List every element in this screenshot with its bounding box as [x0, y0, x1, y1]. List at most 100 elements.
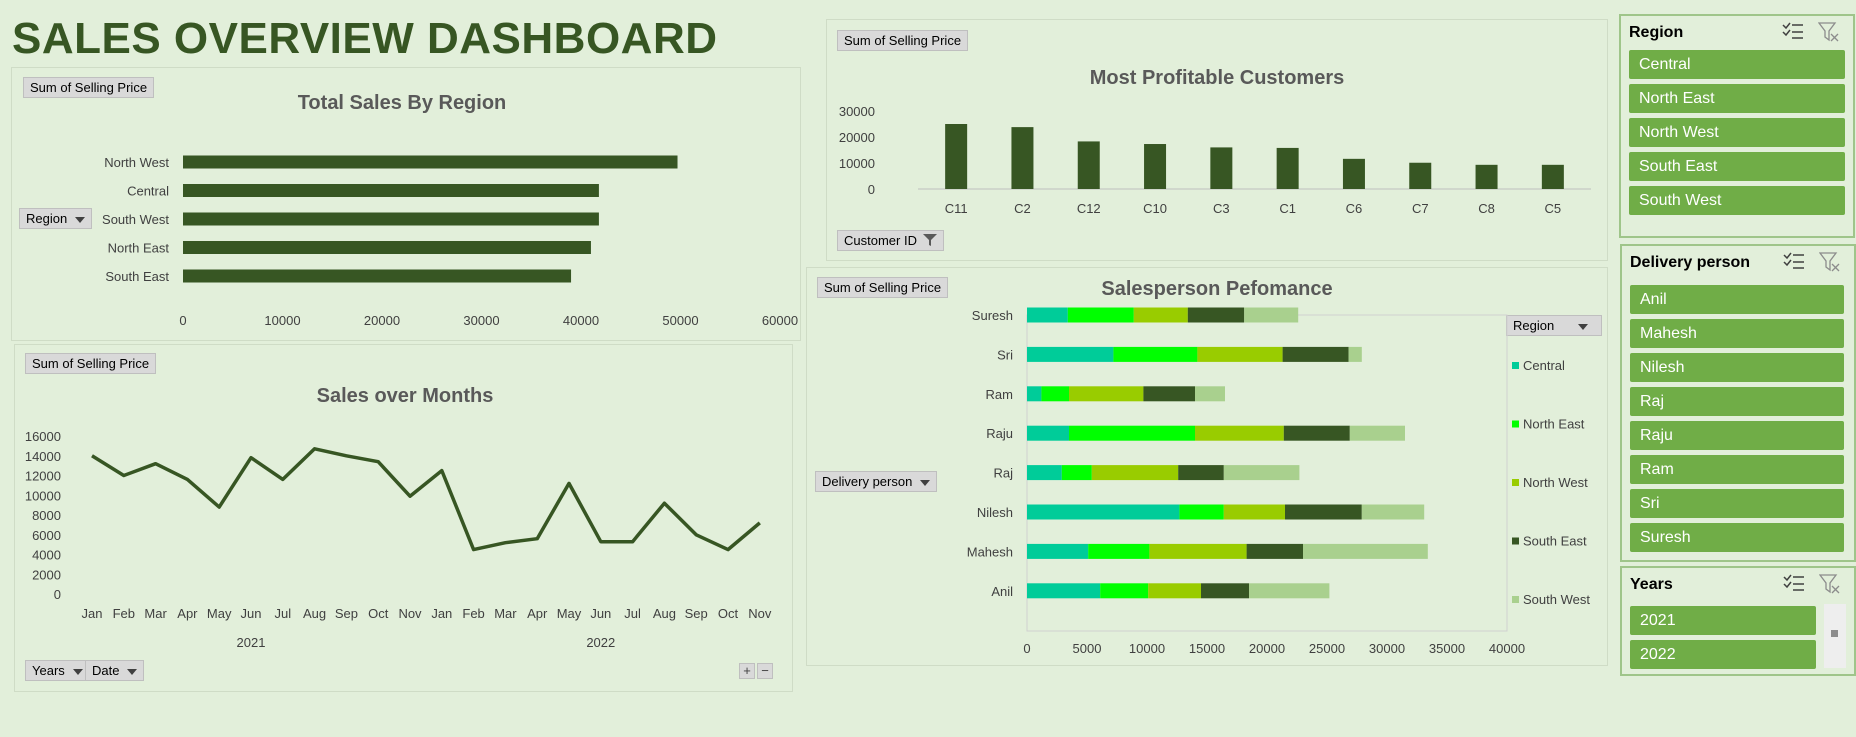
- region-slicer: Region Central North East North West South …: [1619, 14, 1855, 238]
- region-x-tick: 30000: [463, 313, 499, 328]
- salesperson-bar-segment: [1223, 504, 1285, 520]
- slicer-item-delivery-mahesh[interactable]: Mahesh: [1630, 319, 1844, 348]
- salesperson-bar-segment: [1041, 386, 1069, 402]
- multi-select-icon[interactable]: [1782, 22, 1804, 45]
- slicer-item-delivery-raj[interactable]: Raj: [1630, 387, 1844, 416]
- salesperson-bar-segment: [1282, 346, 1349, 362]
- region-bar: [183, 184, 599, 197]
- salesperson-bar-segment: [1187, 307, 1245, 323]
- salesperson-bar-segment: [1149, 543, 1247, 559]
- region-bar: [183, 155, 678, 169]
- customer-bar: [1541, 164, 1564, 189]
- region-category-label: North West: [104, 155, 169, 170]
- salesperson-category-label: Raju: [986, 426, 1013, 441]
- months-y-tick: 12000: [25, 469, 61, 484]
- slicer-item-delivery-nilesh[interactable]: Nilesh: [1630, 353, 1844, 382]
- customer-x-tick: C3: [1213, 201, 1230, 216]
- salesperson-bar-segment: [1100, 583, 1149, 599]
- months-x-tick: Oct: [368, 606, 389, 621]
- legend-label: South West: [1523, 592, 1590, 607]
- region-chart-panel: Sum of Selling Price Total Sales By Regi…: [11, 67, 801, 341]
- slicer-item-delivery-anil[interactable]: Anil: [1630, 285, 1844, 314]
- legend-label: South East: [1523, 534, 1587, 549]
- months-x-tick: Feb: [462, 606, 484, 621]
- slicer-item-region-north-west[interactable]: North West: [1629, 118, 1845, 147]
- clear-filter-icon[interactable]: [1818, 574, 1841, 599]
- months-x-tick: Aug: [653, 606, 676, 621]
- salesperson-bar-segment: [1027, 425, 1069, 441]
- salesperson-x-tick: 20000: [1249, 641, 1285, 656]
- slicer-item-delivery-raju[interactable]: Raju: [1630, 421, 1844, 450]
- region-x-tick: 10000: [264, 313, 300, 328]
- salesperson-bar-segment: [1088, 543, 1150, 559]
- multi-select-icon[interactable]: [1783, 574, 1805, 597]
- months-chart-panel: Sum of Selling Price Sales over Months Y…: [14, 344, 793, 692]
- salesperson-category-label: Suresh: [972, 308, 1013, 323]
- customers-bar-chart: 0 10000 20000 30000 C11 C2 C12 C10 C3 C1 C6 C7 C8 C5: [839, 104, 1591, 216]
- customers-y-tick: 0: [868, 182, 875, 197]
- clear-filter-icon[interactable]: [1818, 252, 1841, 277]
- customer-x-tick: C8: [1478, 201, 1495, 216]
- salesperson-bar-segment: [1195, 425, 1284, 441]
- months-x-tick: Mar: [144, 606, 167, 621]
- customer-x-tick: C10: [1143, 201, 1167, 216]
- salesperson-x-tick: 35000: [1429, 641, 1465, 656]
- salesperson-category-label: Sri: [997, 347, 1013, 362]
- clear-filter-icon[interactable]: [1817, 22, 1840, 47]
- slicer-item-delivery-ram[interactable]: Ram: [1630, 455, 1844, 484]
- customers-y-tick: 30000: [839, 104, 875, 119]
- salesperson-x-tick: 15000: [1189, 641, 1225, 656]
- years-slicer-title: Years: [1630, 576, 1673, 593]
- salesperson-x-tick: 30000: [1369, 641, 1405, 656]
- slicer-item-year-2021[interactable]: 2021: [1630, 606, 1816, 635]
- region-x-tick: 50000: [662, 313, 698, 328]
- customer-x-tick: C6: [1346, 201, 1363, 216]
- legend-label: North West: [1523, 475, 1588, 490]
- slicer-item-region-north-east[interactable]: North East: [1629, 84, 1845, 113]
- months-x-tick: Apr: [177, 606, 198, 621]
- salesperson-bar-segment: [1178, 465, 1224, 481]
- multi-select-icon[interactable]: [1783, 252, 1805, 275]
- customer-x-tick: C12: [1077, 201, 1101, 216]
- months-y-tick: 2000: [32, 567, 61, 582]
- region-category-label: North East: [108, 241, 170, 256]
- legend-swatch: [1512, 420, 1519, 428]
- slicer-item-region-south-west[interactable]: South West: [1629, 186, 1845, 215]
- slicer-item-region-south-east[interactable]: South East: [1629, 152, 1845, 181]
- months-x-tick: May: [207, 606, 232, 621]
- salesperson-bar-segment: [1348, 346, 1362, 362]
- salesperson-bar-segment: [1244, 307, 1299, 323]
- dashboard-title: SALES OVERVIEW DASHBOARD: [12, 14, 718, 63]
- months-x-tick: Sep: [335, 606, 358, 621]
- region-category-label: South West: [102, 212, 169, 227]
- customer-bar: [1210, 147, 1233, 189]
- months-x-tick: Jul: [274, 606, 291, 621]
- region-slicer-title: Region: [1629, 24, 1684, 41]
- months-x-tick: Feb: [113, 606, 135, 621]
- salesperson-bar-segment: [1195, 386, 1225, 402]
- region-category-label: Central: [127, 184, 169, 199]
- salesperson-bar-segment: [1283, 425, 1350, 441]
- salesperson-bar-segment: [1027, 346, 1114, 362]
- salesperson-x-tick: 40000: [1489, 641, 1525, 656]
- legend-swatch: [1512, 537, 1519, 545]
- months-x-tick: May: [557, 606, 582, 621]
- salesperson-x-tick: 5000: [1073, 641, 1102, 656]
- slicer-item-region-central[interactable]: Central: [1629, 50, 1845, 79]
- months-y-tick: 0: [54, 587, 61, 602]
- scrollbar-thumb[interactable]: [1831, 630, 1838, 637]
- months-x-tick: Jun: [590, 606, 611, 621]
- customer-bar: [945, 124, 968, 189]
- slicer-item-delivery-suresh[interactable]: Suresh: [1630, 523, 1844, 552]
- year-group-label: 2021: [237, 635, 266, 650]
- months-y-tick: 10000: [25, 488, 61, 503]
- slicer-item-delivery-sri[interactable]: Sri: [1630, 489, 1844, 518]
- slicer-scrollbar[interactable]: [1824, 604, 1846, 668]
- slicer-item-year-2022[interactable]: 2022: [1630, 640, 1816, 669]
- customer-bar: [1475, 164, 1498, 189]
- salesperson-x-tick: 0: [1023, 641, 1030, 656]
- customers-chart-panel: Sum of Selling Price Most Profitable Cus…: [826, 19, 1608, 261]
- legend-swatch: [1512, 479, 1519, 486]
- salesperson-bar-segment: [1179, 504, 1224, 520]
- salesperson-bar-segment: [1148, 583, 1201, 599]
